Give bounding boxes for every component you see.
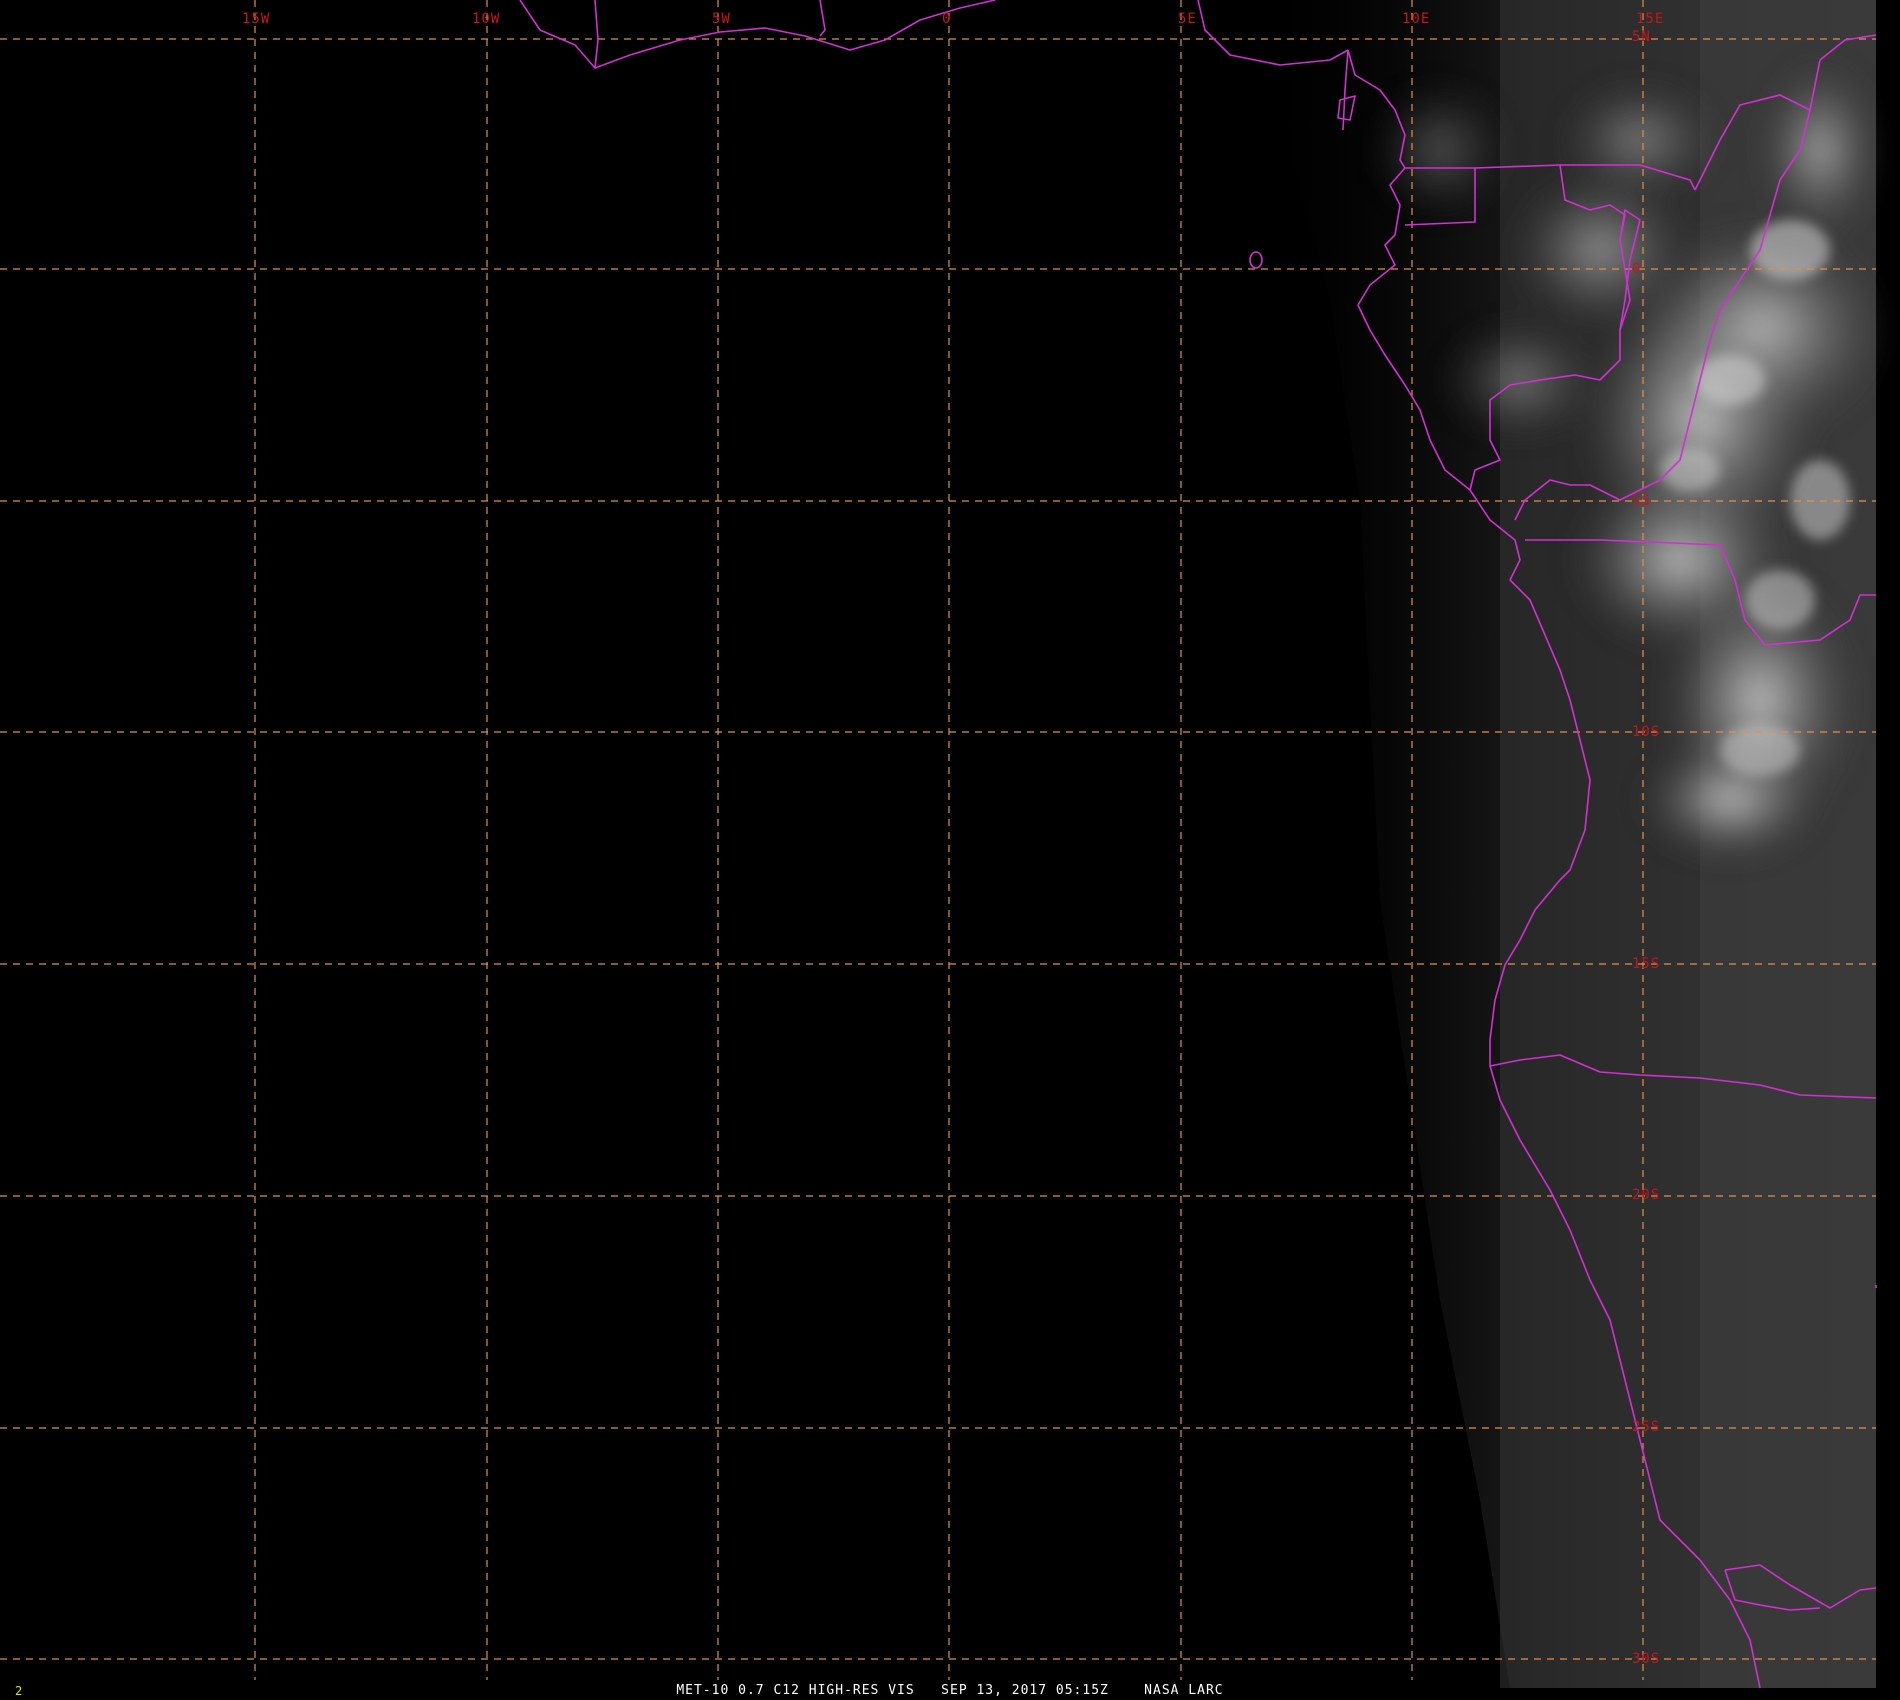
latitude-label-10s: 10S: [1632, 724, 1661, 740]
image-caption: MET-10 0.7 C12 HIGH-RES VIS SEP 13, 2017…: [676, 1683, 1224, 1698]
longitude-label-0: 0: [942, 11, 952, 27]
longitude-label-10w: 10W: [472, 11, 501, 27]
longitude-label-5w: 5W: [712, 11, 731, 27]
longitude-label-15w: 15W: [242, 11, 271, 27]
latitude-label-5n: 5N: [1632, 29, 1651, 45]
longitude-label-10e: 10E: [1402, 11, 1431, 27]
latitude-label-0: 0: [1632, 261, 1642, 277]
satellite-map: 15W 10W 5W 0 5E 10E 15E 5N 0 5S 10S 15S …: [0, 0, 1900, 1700]
latitude-label-25s: 25S: [1632, 1419, 1661, 1435]
map-canvas: [0, 0, 1890, 1689]
latitude-label-15s: 15S: [1632, 956, 1661, 972]
longitude-label-15e: 15E: [1636, 11, 1665, 27]
longitude-label-5e: 5E: [1178, 11, 1197, 27]
latitude-label-30s: 30S: [1632, 1651, 1661, 1667]
latitude-label-20s: 20S: [1632, 1187, 1661, 1203]
latitude-label-5s: 5S: [1632, 493, 1651, 509]
